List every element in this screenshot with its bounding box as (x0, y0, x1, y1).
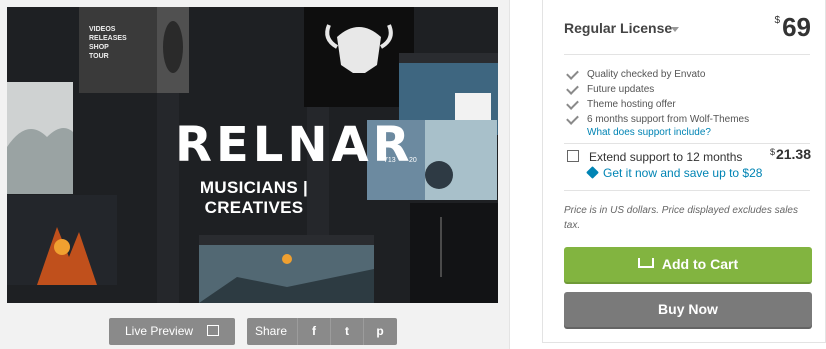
license-select[interactable]: Regular License (564, 20, 672, 36)
thumb-menu-item: SHOP (89, 44, 109, 51)
extend-support-label[interactable]: Extend support to 12 months (589, 150, 742, 164)
share-group: Share f t p (247, 318, 397, 345)
thumb-stat-2: 20 (409, 157, 417, 164)
check-icon (566, 82, 579, 95)
layout-icon (207, 325, 219, 336)
buy-now-button[interactable]: Buy Now (564, 292, 812, 327)
theme-tagline: MUSICIANS | CREATIVES (199, 178, 309, 217)
twitter-icon[interactable]: t (330, 318, 363, 345)
thumb-stat-1: 713 (384, 157, 396, 164)
tag-icon (586, 166, 599, 179)
live-preview-label: Live Preview (125, 324, 194, 338)
share-label: Share (255, 324, 288, 338)
thumb-menu-item: VIDEOS (89, 26, 116, 33)
buy-now-label: Buy Now (658, 301, 718, 317)
price-note: Price is in US dollars. Price displayed … (564, 205, 798, 231)
feature-list: Quality checked by Envato Future updates… (566, 67, 749, 127)
purchase-panel: Regular License $69 Quality checked by E… (542, 0, 826, 349)
check-icon (566, 97, 579, 110)
add-to-cart-button[interactable]: Add to Cart (564, 247, 812, 282)
price-value: 21.38 (775, 146, 811, 162)
pinterest-icon[interactable]: p (363, 318, 396, 345)
currency-symbol: $ (774, 15, 781, 26)
thumb-menu-item: TOUR (89, 53, 109, 60)
thumb-menu-item: RELEASES (89, 35, 127, 42)
divider (564, 143, 810, 144)
list-item: Theme hosting offer (566, 97, 749, 112)
support-info-link[interactable]: What does support include? (587, 127, 711, 138)
divider (564, 190, 810, 191)
extend-support-link[interactable]: Get it now and save up to $28 (603, 166, 762, 180)
check-icon (566, 112, 579, 125)
live-preview-button[interactable]: Live Preview (109, 318, 235, 345)
price-value: 69 (782, 12, 811, 42)
extend-support-price: $21.38 (770, 146, 811, 162)
cart-icon (637, 258, 654, 269)
check-icon (566, 67, 579, 80)
list-item: 6 months support from Wolf-Themes (566, 112, 749, 127)
list-item: Future updates (566, 82, 749, 97)
preview-divider (509, 0, 510, 349)
license-price: $69 (775, 12, 811, 43)
divider (564, 54, 810, 55)
extend-support-checkbox[interactable] (567, 150, 579, 162)
currency-symbol: $ (769, 147, 775, 157)
theme-logo: RELNAR (175, 117, 414, 173)
license-card: Regular License $69 Quality checked by E… (542, 0, 826, 343)
facebook-icon[interactable]: f (297, 318, 330, 345)
thumb-menu: VIDEOS RELEASES SHOP TOUR (89, 25, 127, 61)
list-item: Quality checked by Envato (566, 67, 749, 82)
chevron-down-icon[interactable] (671, 27, 679, 32)
add-to-cart-label: Add to Cart (661, 256, 739, 272)
theme-preview-image: RELNAR MUSICIANS | CREATIVES VIDEOS RELE… (7, 7, 498, 303)
